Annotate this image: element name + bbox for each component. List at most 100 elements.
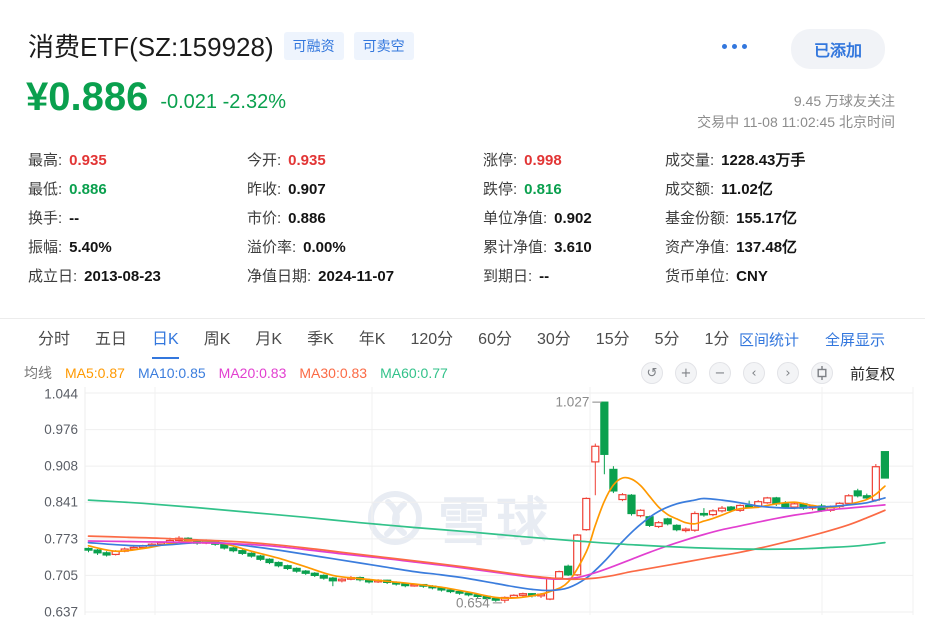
ma-legend-item: MA5:0.87: [65, 365, 125, 381]
stat-column-1: 最高:0.935 最低: 0.886 换手: -- 振幅: 5.40% 成立日: 2013-08…: [28, 146, 247, 291]
kline-chart[interactable]: 1.0440.9760.9080.8410.7730.7050.6371.027…: [0, 385, 925, 617]
pan-right-button[interactable]: ›: [777, 362, 799, 384]
y-axis-tick: 0.637: [44, 605, 78, 617]
range-stats-link[interactable]: 区间统计: [739, 329, 799, 350]
zoom-out-button[interactable]: −: [709, 362, 731, 384]
stat-label: 振幅:: [28, 239, 62, 256]
margin-eligible-badge: 可融资: [284, 32, 344, 60]
added-to-watchlist-button[interactable]: 已添加: [791, 29, 885, 69]
tab-年K[interactable]: 年K: [359, 320, 386, 359]
candle-style-button[interactable]: [811, 362, 833, 384]
stat-label: 单位净值:: [483, 210, 547, 227]
stat-value: 137.48亿: [736, 239, 797, 256]
stat-label: 货币单位:: [665, 268, 729, 285]
stat-row: 换手: --: [28, 204, 247, 233]
stat-column-3: 涨停:0.998跌停:0.816单位净值:0.902累计净值:3.610到期日:…: [483, 146, 665, 291]
stat-value: 5.40%: [69, 239, 112, 256]
zoom-in-button[interactable]: +: [675, 362, 697, 384]
stat-value: 2013-08-23: [84, 268, 161, 285]
tab-月K[interactable]: 月K: [255, 320, 282, 359]
followers-count: 9.45 万球友关注: [697, 91, 895, 112]
stat-row: 净值日期: 2024-11-07: [247, 262, 483, 291]
stat-value: 0.00%: [303, 239, 346, 256]
price-change: -0.021 -2.32%: [160, 91, 286, 120]
tab-120分[interactable]: 120分: [410, 320, 453, 359]
chart-controls: ↺ +−‹ › 前复权: [641, 362, 895, 384]
stat-row: 基金份额:155.17亿: [665, 204, 805, 233]
tab-30分[interactable]: 30分: [537, 320, 571, 359]
stat-label: 最低:: [28, 181, 62, 198]
stat-row: 最低: 0.886: [28, 175, 247, 204]
stat-value: --: [539, 268, 549, 285]
tab-日K[interactable]: 日K: [152, 320, 179, 359]
low-annotation: 0.654: [456, 595, 490, 610]
stat-label: 成立日:: [28, 268, 77, 285]
fullscreen-link[interactable]: 全屏显示: [825, 329, 885, 350]
tab-1分[interactable]: 1分: [705, 320, 730, 359]
ma-legend-item: MA10:0.85: [138, 365, 206, 381]
ma-line-MA5: [89, 478, 885, 599]
chart-area: 雪球 1.0440.9760.9080.8410.7730.7050.6371.…: [0, 385, 925, 617]
stat-value: --: [69, 210, 79, 227]
reset-button[interactable]: ↺: [641, 362, 663, 384]
stat-row: 资产净值:137.48亿: [665, 233, 805, 262]
more-options-icon[interactable]: [722, 44, 747, 49]
period-tabbar: 分时五日日K 周K 月K 季K 年K 120分 60分 30分 15分 5分 1分 区间统计 全屏显示: [0, 318, 925, 359]
stat-value: 0.816: [524, 181, 562, 198]
short-eligible-badge: 可卖空: [354, 32, 414, 60]
tab-季K[interactable]: 季K: [307, 320, 334, 359]
stat-row: 到期日: --: [483, 262, 665, 291]
stat-label: 净值日期:: [247, 268, 311, 285]
tab-60分[interactable]: 60分: [478, 320, 512, 359]
stat-label: 跌停:: [483, 181, 517, 198]
stat-row: 成立日: 2013-08-23: [28, 262, 247, 291]
ma-line-MA20: [89, 505, 885, 579]
instrument-title: 消费ETF(SZ:159928): [28, 27, 274, 64]
stat-label: 成交额:: [665, 181, 714, 198]
stock-detail-page: 消费ETF(SZ:159928) 可融资 可卖空 已添加 ¥0.886 -0.0…: [0, 0, 925, 617]
adjust-mode-selector[interactable]: 前复权: [850, 363, 895, 384]
ma-legend-item: MA20:0.83: [219, 365, 287, 381]
ma-legend-item: MA60:0.77: [380, 365, 448, 381]
stat-value: 3.610: [554, 239, 592, 256]
stat-label: 最高:: [28, 152, 62, 169]
ma-legend: 均线 MA5:0.87MA10:0.85MA20:0.83MA30:0.83MA…: [24, 363, 448, 383]
tab-15分[interactable]: 15分: [596, 320, 630, 359]
ma-legend-title: 均线: [24, 363, 52, 383]
tab-五日[interactable]: 五日: [95, 320, 127, 359]
current-price: ¥0.886: [26, 74, 148, 120]
stat-column-2: 今开:0.935昨收:0.907市价:0.886溢价率:0.00%净值日期:20…: [247, 146, 483, 291]
ma-line-MA10: [89, 498, 885, 591]
stat-row: 成交量: 1228.43万手: [665, 146, 805, 175]
stat-row: 振幅: 5.40%: [28, 233, 247, 262]
tab-分时[interactable]: 分时: [38, 320, 70, 359]
stat-label: 换手:: [28, 210, 62, 227]
stat-value: 155.17亿: [736, 210, 797, 227]
stat-label: 今开:: [247, 152, 281, 169]
tab-5分[interactable]: 5分: [655, 320, 680, 359]
grid-layer: 1.0440.9760.9080.8410.7730.7050.637: [44, 387, 913, 617]
y-axis-tick: 0.841: [44, 495, 78, 510]
stat-row: 跌停: 0.816: [483, 175, 665, 204]
stat-value: 0.935: [288, 152, 326, 169]
stat-label: 累计净值:: [483, 239, 547, 256]
stat-value: 0.907: [288, 181, 326, 198]
stat-label: 涨停:: [483, 152, 517, 169]
pan-left-button[interactable]: ‹: [743, 362, 765, 384]
period-tabs: 分时五日日K 周K 月K 季K 年K 120分 60分 30分 15分 5分 1分: [0, 320, 729, 359]
stat-row: 最高:0.935: [28, 146, 247, 175]
y-axis-tick: 1.044: [44, 387, 78, 402]
stat-row: 累计净值: 3.610: [483, 233, 665, 262]
tab-周K[interactable]: 周K: [204, 320, 231, 359]
stat-value: 2024-11-07: [318, 268, 394, 285]
stat-value: 0.886: [69, 181, 107, 198]
stat-value: 1228.43万手: [721, 152, 805, 169]
stat-value: 0.998: [524, 152, 562, 169]
stat-label: 市价:: [247, 210, 281, 227]
stat-row: 成交额:11.02亿: [665, 175, 805, 204]
stat-row: 昨收: 0.907: [247, 175, 483, 204]
stat-row: 今开: 0.935: [247, 146, 483, 175]
stat-label: 到期日:: [483, 268, 532, 285]
stat-label: 成交量:: [665, 152, 714, 169]
stat-label: 昨收:: [247, 181, 281, 198]
